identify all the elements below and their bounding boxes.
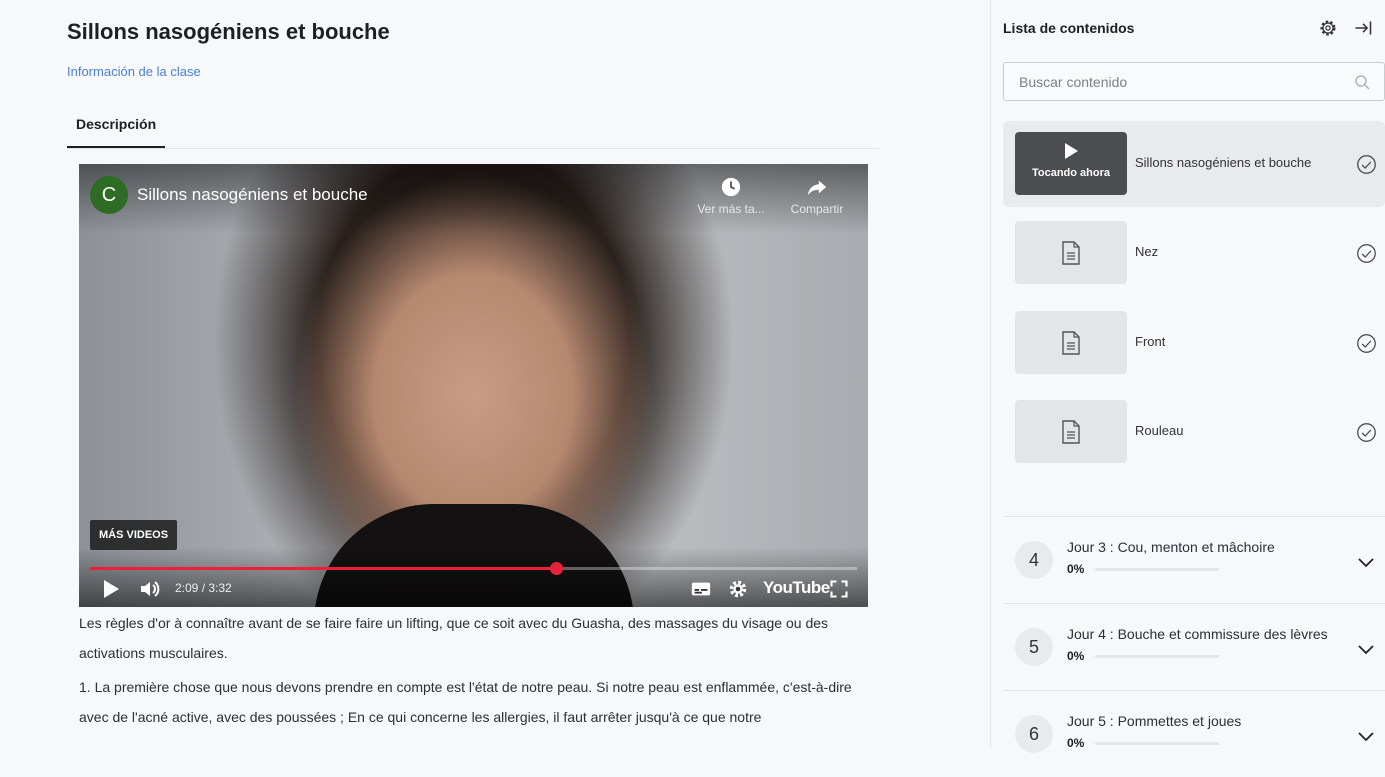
day-title: Jour 5 : Pommettes et joues xyxy=(1067,713,1242,729)
day-section-6[interactable]: 6 Jour 5 : Pommettes et joues 0% xyxy=(1003,690,1385,777)
description-paragraph: 1. La première chose que nous devons pre… xyxy=(79,679,852,725)
video-title[interactable]: Sillons nasogéniens et bouche xyxy=(137,185,368,205)
tab-bar: Descripción xyxy=(67,110,879,149)
share-button[interactable]: Compartir xyxy=(782,176,852,216)
check-circle-icon[interactable] xyxy=(1356,333,1377,354)
description-paragraph: Les règles d'or à connaître avant de se … xyxy=(79,615,829,661)
settings-icon[interactable] xyxy=(727,577,749,601)
lesson-title: Rouleau xyxy=(1135,423,1184,438)
main-content: Sillons nasogéniens et bouche Informació… xyxy=(0,0,990,748)
play-icon xyxy=(1065,143,1078,159)
lesson-title: Nez xyxy=(1135,244,1159,259)
collapse-sidebar-icon[interactable] xyxy=(1353,18,1373,38)
day-progress-percent: 0% xyxy=(1067,562,1085,576)
lesson-item[interactable]: Tocando ahora Sillons nasogéniens et bou… xyxy=(1003,121,1385,207)
lesson-title: Sillons nasogéniens et bouche xyxy=(1135,155,1312,170)
tab-description[interactable]: Descripción xyxy=(67,110,166,148)
day-section-5[interactable]: 5 Jour 4 : Bouche et commissure des lèvr… xyxy=(1003,603,1385,690)
check-circle-icon[interactable] xyxy=(1356,243,1377,264)
video-scrubber-handle[interactable] xyxy=(549,562,563,575)
day-title: Jour 3 : Cou, menton et mâchoire xyxy=(1067,539,1275,555)
share-label: Compartir xyxy=(790,202,844,216)
watch-later-button[interactable]: Ver más ta... xyxy=(696,176,766,216)
class-info-link[interactable]: Información de la clase xyxy=(67,64,201,79)
youtube-logo[interactable]: YouTube xyxy=(763,578,830,598)
channel-avatar[interactable]: C xyxy=(90,176,128,214)
day-number: 6 xyxy=(1015,715,1053,753)
watch-later-label: Ver más ta... xyxy=(697,202,765,216)
video-progress-bar[interactable] xyxy=(90,562,857,575)
search-field[interactable] xyxy=(1003,62,1385,101)
lesson-item[interactable]: Nez xyxy=(1003,210,1385,296)
video-progress-fill xyxy=(90,567,557,570)
lesson-description: Les règles d'or à connaître avant de se … xyxy=(79,608,884,732)
volume-icon[interactable] xyxy=(138,577,162,601)
check-circle-icon[interactable] xyxy=(1356,154,1377,175)
day-progress-percent: 0% xyxy=(1067,649,1085,663)
day-progress-bar xyxy=(1095,655,1219,658)
fullscreen-icon[interactable] xyxy=(829,577,849,601)
day-title: Jour 4 : Bouche et commissure des lèvres xyxy=(1067,626,1328,642)
lesson-title: Front xyxy=(1135,334,1166,349)
lesson-thumbnail xyxy=(1015,311,1127,374)
document-icon xyxy=(1062,241,1080,265)
lesson-item[interactable]: Rouleau xyxy=(1003,389,1385,475)
sidebar-title: Lista de contenidos xyxy=(1003,20,1135,36)
lesson-item[interactable]: Front xyxy=(1003,300,1385,386)
chevron-down-icon[interactable] xyxy=(1357,727,1375,745)
chevron-down-icon[interactable] xyxy=(1357,640,1375,658)
check-circle-icon[interactable] xyxy=(1356,422,1377,443)
subtitles-icon[interactable] xyxy=(690,577,712,601)
document-icon xyxy=(1062,420,1080,444)
day-progress-bar xyxy=(1095,742,1219,745)
lesson-thumbnail xyxy=(1015,221,1127,284)
day-progress-bar xyxy=(1095,568,1219,571)
clock-icon xyxy=(721,177,741,197)
day-number: 5 xyxy=(1015,628,1053,666)
search-icon xyxy=(1355,75,1370,90)
play-icon[interactable] xyxy=(101,577,121,601)
now-playing-label: Tocando ahora xyxy=(1031,167,1111,179)
page-title: Sillons nasogéniens et bouche xyxy=(67,19,390,44)
chevron-down-icon[interactable] xyxy=(1357,553,1375,571)
document-icon xyxy=(1062,331,1080,355)
lesson-thumbnail xyxy=(1015,400,1127,463)
gear-icon[interactable] xyxy=(1318,18,1338,38)
video-bottom-overlay xyxy=(79,547,868,607)
search-input[interactable] xyxy=(1004,63,1334,100)
day-number: 4 xyxy=(1015,541,1053,579)
video-time: 2:09 / 3:32 xyxy=(175,581,232,595)
video-player[interactable]: C Sillons nasogéniens et bouche Ver más … xyxy=(79,164,868,607)
share-icon xyxy=(807,180,827,196)
day-section-4[interactable]: 4 Jour 3 : Cou, menton et mâchoire 0% xyxy=(1003,516,1385,603)
lesson-thumbnail: Tocando ahora xyxy=(1015,132,1127,195)
content-sidebar: Lista de contenidos Tocando ahora Sillon… xyxy=(990,0,1385,753)
more-videos-button[interactable]: MÁS VIDEOS xyxy=(90,520,178,550)
